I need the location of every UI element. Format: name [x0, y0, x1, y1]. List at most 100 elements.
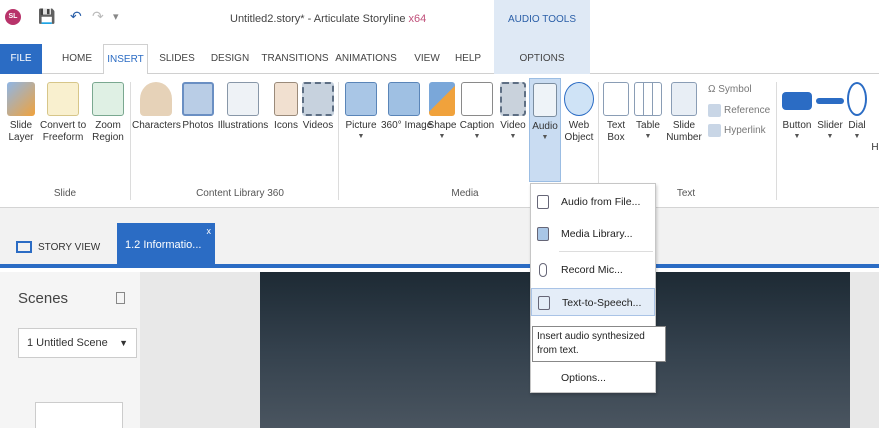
- slider-icon: [816, 98, 844, 104]
- slide-layer-button[interactable]: Slide Layer: [4, 82, 38, 144]
- tab-insert[interactable]: INSERT: [103, 44, 148, 75]
- video-button[interactable]: Video ▼: [498, 82, 528, 141]
- record-mic-item[interactable]: Record Mic...: [531, 256, 655, 284]
- slide-group-label: Slide: [53, 188, 77, 199]
- app-logo-icon: SL: [5, 9, 21, 25]
- audio-tools-header: AUDIO TOOLS: [494, 0, 590, 44]
- web-object-label-2: Object: [564, 132, 594, 143]
- tab-home[interactable]: HOME: [55, 44, 99, 74]
- pin-icon[interactable]: [116, 292, 125, 304]
- tab-transitions[interactable]: TRANSITIONS: [260, 44, 330, 74]
- options-item[interactable]: Options...: [531, 364, 655, 392]
- slider-button[interactable]: Slider ▼: [814, 82, 846, 141]
- hyperlink-icon: [708, 124, 721, 137]
- scene-selector[interactable]: 1 Untitled Scene ▼: [18, 328, 137, 358]
- reference-button[interactable]: Reference: [708, 104, 770, 117]
- media-group-label: Media: [451, 188, 479, 199]
- audio-from-file-label: Audio from File...: [561, 196, 641, 208]
- zoom-label-2: Region: [92, 132, 124, 143]
- slide-number-label-1: Slide: [672, 120, 696, 131]
- photos-icon: [182, 82, 214, 116]
- videos-icon: [302, 82, 334, 116]
- text-box-button[interactable]: Text Box: [601, 82, 631, 144]
- text-box-label-1: Text: [606, 120, 626, 131]
- reference-icon: [708, 104, 721, 117]
- table-label: Table: [636, 120, 660, 131]
- chevron-down-icon: ▼: [473, 133, 481, 140]
- redo-icon[interactable]: ↷: [92, 8, 104, 25]
- story-view-tab[interactable]: STORY VIEW: [16, 230, 100, 266]
- web-object-label-1: Web: [568, 120, 590, 131]
- hotspot-button-partial[interactable]: H: [871, 142, 879, 154]
- window-title-text: Untitled2.story* - Articulate Storyline: [230, 13, 406, 25]
- illustrations-label: Illustrations: [217, 120, 269, 131]
- scenes-panel: Scenes 1 Untitled Scene ▼: [0, 272, 140, 428]
- tab-view[interactable]: VIEW: [408, 44, 446, 74]
- button-label: Button: [782, 120, 812, 131]
- media-library-icon: [537, 227, 549, 241]
- icons-button[interactable]: Icons: [271, 82, 301, 132]
- media-library-label: Media Library...: [561, 228, 633, 240]
- tab-slides[interactable]: SLIDES: [155, 44, 199, 74]
- save-icon[interactable]: 💾: [38, 8, 55, 25]
- symbol-button[interactable]: Ω Symbol: [708, 84, 752, 95]
- photos-button[interactable]: Photos: [181, 82, 215, 132]
- photos-label: Photos: [182, 120, 214, 131]
- characters-label: Characters: [132, 120, 181, 131]
- characters-icon: [140, 82, 172, 116]
- shape-button[interactable]: Shape ▼: [427, 82, 457, 141]
- tab-help[interactable]: HELP: [450, 44, 486, 74]
- close-icon[interactable]: x: [207, 209, 212, 254]
- web-object-button[interactable]: Web Object: [563, 82, 595, 144]
- group-separator: [776, 82, 777, 200]
- group-separator: [338, 82, 339, 200]
- tab-animations[interactable]: ANIMATIONS: [334, 44, 398, 74]
- chevron-down-icon: ▼: [357, 133, 365, 140]
- illustrations-icon: [227, 82, 259, 116]
- chevron-down-icon: ▼: [853, 133, 861, 140]
- chevron-down-icon: ▼: [826, 133, 834, 140]
- undo-icon[interactable]: ↶: [70, 8, 82, 25]
- tab-file[interactable]: FILE: [0, 44, 42, 74]
- text-to-speech-icon: [538, 296, 550, 310]
- caption-button[interactable]: Caption ▼: [458, 82, 496, 141]
- slide-tab-label: 1.2 Informatio...: [125, 239, 202, 251]
- ribbon-tabs: FILE HOME INSERT SLIDES DESIGN TRANSITIO…: [0, 44, 879, 75]
- icons-label: Icons: [274, 120, 298, 131]
- slide-thumbnail[interactable]: [35, 402, 123, 428]
- slide-layer-label-2: Layer: [8, 132, 34, 143]
- slide-number-button[interactable]: Slide Number: [664, 82, 704, 144]
- chevron-down-icon: ▼: [793, 133, 801, 140]
- audio-button[interactable]: Audio ▼: [529, 78, 561, 182]
- zoom-region-button[interactable]: Zoom Region: [88, 82, 128, 144]
- hotspot-label-partial: H: [871, 142, 879, 153]
- insert-button-button[interactable]: Button ▼: [780, 82, 814, 141]
- zoom-region-icon: [92, 82, 124, 116]
- audio-from-file-item[interactable]: Audio from File...: [531, 188, 655, 216]
- 360-image-button[interactable]: 360° Image: [381, 82, 432, 132]
- table-button[interactable]: Table ▼: [632, 82, 664, 141]
- caption-icon: [461, 82, 493, 116]
- media-library-item[interactable]: Media Library...: [531, 220, 655, 248]
- characters-button[interactable]: Characters: [132, 82, 181, 132]
- shape-label: Shape: [427, 120, 457, 131]
- picture-button[interactable]: Picture ▼: [341, 82, 381, 141]
- tab-options[interactable]: OPTIONS: [494, 44, 590, 74]
- hyperlink-label: Hyperlink: [724, 125, 766, 137]
- slide-layer-label-1: Slide: [9, 120, 33, 131]
- hyperlink-button[interactable]: Hyperlink: [708, 124, 766, 137]
- chevron-down-icon: ▼: [438, 133, 446, 140]
- slider-label: Slider: [817, 120, 843, 131]
- slide-tab-active[interactable]: 1.2 Informatio... x: [117, 223, 215, 268]
- tab-design[interactable]: DESIGN: [205, 44, 255, 74]
- videos-button[interactable]: Videos: [301, 82, 335, 132]
- caption-label: Caption: [459, 120, 495, 131]
- illustrations-button[interactable]: Illustrations: [216, 82, 270, 132]
- customize-toolbar-icon[interactable]: ▾: [113, 10, 119, 23]
- text-box-icon: [603, 82, 629, 116]
- dial-button[interactable]: Dial ▼: [846, 82, 868, 141]
- window-title-arch: x64: [408, 13, 427, 25]
- text-to-speech-item[interactable]: Text-to-Speech...: [531, 288, 655, 316]
- record-mic-label: Record Mic...: [561, 264, 623, 276]
- convert-to-freeform-button[interactable]: Convert to Freeform: [40, 82, 86, 144]
